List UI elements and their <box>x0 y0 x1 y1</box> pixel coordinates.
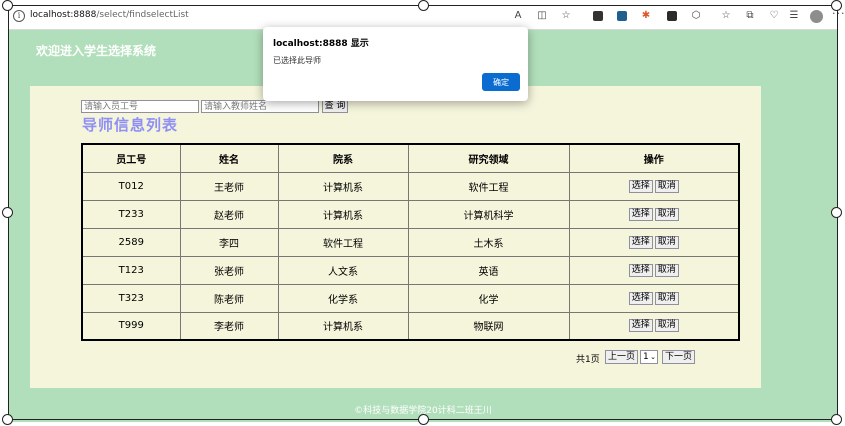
cell-name: 陈老师 <box>179 283 279 313</box>
favorite-star-icon[interactable]: ☆ <box>559 9 573 23</box>
cell-name: 李四 <box>179 227 279 257</box>
list-title: 导师信息列表 <box>82 116 179 134</box>
cell-actions: 选择 取消 <box>568 199 740 229</box>
select-button[interactable]: 选择 <box>628 207 653 221</box>
column-header-actions: 操作 <box>568 143 740 173</box>
page-select-value: 1 <box>643 352 649 362</box>
extension-icon[interactable] <box>593 11 603 21</box>
site-title: 欢迎进入学生选择系统 <box>36 44 157 58</box>
table-header-row: 员工号 姓名 院系 研究领域 操作 <box>81 143 740 173</box>
cell-field: 计算机科学 <box>407 199 570 229</box>
resize-handle-right[interactable] <box>831 207 842 218</box>
cancel-button[interactable]: 取消 <box>654 235 679 249</box>
reader-view-icon[interactable]: ◫ <box>535 9 549 23</box>
more-tools-icon[interactable]: ☰ <box>787 9 801 23</box>
extension-icon[interactable]: ✱ <box>639 9 653 23</box>
table-row: T323 陈老师 化学系 化学 选择 取消 <box>81 283 740 313</box>
cell-id: T323 <box>81 283 181 313</box>
resize-handle-bottom-right[interactable] <box>831 414 842 425</box>
cell-dept: 计算机系 <box>277 311 409 341</box>
page-select[interactable]: 1 ⌄ <box>640 350 658 364</box>
next-page-button[interactable]: 下一页 <box>662 350 696 364</box>
cell-actions: 选择 取消 <box>568 171 740 201</box>
cell-field: 土木系 <box>407 227 570 257</box>
cell-actions: 选择 取消 <box>568 311 740 341</box>
cell-field: 化学 <box>407 283 570 313</box>
content-panel: 查 询 导师信息列表 员工号 姓名 院系 研究领域 操作 T012 王老师 计算… <box>30 86 761 388</box>
cell-dept: 计算机系 <box>277 199 409 229</box>
table-row: 2589 李四 软件工程 土木系 选择 取消 <box>81 227 740 257</box>
teacher-name-search-input[interactable] <box>201 100 319 113</box>
cell-dept: 人文系 <box>277 255 409 285</box>
cell-id: T233 <box>81 199 181 229</box>
cancel-button[interactable]: 取消 <box>654 319 679 333</box>
cell-actions: 选择 取消 <box>568 255 740 285</box>
site-info-icon[interactable]: i <box>13 10 25 22</box>
page-count-label: 共1页 <box>576 355 600 365</box>
table-row: T999 李老师 计算机系 物联网 选择 取消 <box>81 311 740 341</box>
cell-name: 李老师 <box>179 311 279 341</box>
cancel-button[interactable]: 取消 <box>654 291 679 305</box>
select-button[interactable]: 选择 <box>628 263 653 277</box>
cell-dept: 化学系 <box>277 283 409 313</box>
column-header-id: 员工号 <box>81 143 181 173</box>
alert-dialog: localhost:8888 显示 已选择此导师 确定 <box>263 27 528 101</box>
cell-name: 王老师 <box>179 171 279 201</box>
cell-field: 物联网 <box>407 311 570 341</box>
puzzle-icon[interactable]: ⬡ <box>689 9 703 23</box>
resize-handle-top[interactable] <box>418 0 429 11</box>
cell-id: T012 <box>81 171 181 201</box>
search-button[interactable]: 查 询 <box>322 100 348 113</box>
table-row: T012 王老师 计算机系 软件工程 选择 取消 <box>81 171 740 201</box>
cancel-button[interactable]: 取消 <box>654 207 679 221</box>
resize-handle-left[interactable] <box>2 207 13 218</box>
cell-id: T123 <box>81 255 181 285</box>
avatar[interactable] <box>810 10 823 23</box>
cell-actions: 选择 取消 <box>568 227 740 257</box>
address-bar[interactable]: localhost:8888/select/findselectList <box>30 10 189 20</box>
dialog-message: 已选择此导师 <box>273 56 321 65</box>
select-button[interactable]: 选择 <box>628 235 653 249</box>
cell-dept: 计算机系 <box>277 171 409 201</box>
teacher-table: 员工号 姓名 院系 研究领域 操作 T012 王老师 计算机系 软件工程 选择取… <box>81 143 740 341</box>
prev-page-button[interactable]: 上一页 <box>605 350 639 364</box>
cell-id: 2589 <box>81 227 181 257</box>
column-header-name: 姓名 <box>179 143 279 173</box>
cell-id: T999 <box>81 311 181 341</box>
resize-handle-top-left[interactable] <box>2 0 13 11</box>
url-path: /select/findselectList <box>96 10 189 20</box>
extension-icon[interactable] <box>617 11 627 21</box>
cell-field: 软件工程 <box>407 171 570 201</box>
cancel-button[interactable]: 取消 <box>654 179 679 193</box>
resize-handle-bottom-left[interactable] <box>2 414 13 425</box>
employee-id-search-input[interactable] <box>81 100 199 113</box>
column-header-dept: 院系 <box>277 143 409 173</box>
cancel-button[interactable]: 取消 <box>654 263 679 277</box>
cell-dept: 软件工程 <box>277 227 409 257</box>
collections-icon[interactable]: ⧉ <box>743 9 757 23</box>
cell-field: 英语 <box>407 255 570 285</box>
column-header-field: 研究领域 <box>407 143 570 173</box>
select-button[interactable]: 选择 <box>628 319 653 333</box>
cell-actions: 选择 取消 <box>568 283 740 313</box>
table-row: T233 赵老师 计算机系 计算机科学 选择 取消 <box>81 199 740 229</box>
select-button[interactable]: 选择 <box>628 179 653 193</box>
chevron-down-icon: ⌄ <box>650 353 656 361</box>
table-row: T123 张老师 人文系 英语 选择 取消 <box>81 255 740 285</box>
cell-name: 张老师 <box>179 255 279 285</box>
resize-handle-top-right[interactable] <box>831 0 842 11</box>
dialog-title: localhost:8888 显示 <box>273 39 369 49</box>
resize-handle-bottom[interactable] <box>418 414 429 425</box>
select-button[interactable]: 选择 <box>628 291 653 305</box>
read-aloud-icon[interactable]: A <box>511 9 525 23</box>
url-host: localhost:8888 <box>30 10 97 20</box>
cell-name: 赵老师 <box>179 199 279 229</box>
extension-icon[interactable] <box>667 11 677 21</box>
dialog-ok-button[interactable]: 确定 <box>482 73 520 91</box>
browser-essentials-icon[interactable]: ♡ <box>767 9 781 23</box>
favorites-icon[interactable]: ☆ <box>719 9 733 23</box>
